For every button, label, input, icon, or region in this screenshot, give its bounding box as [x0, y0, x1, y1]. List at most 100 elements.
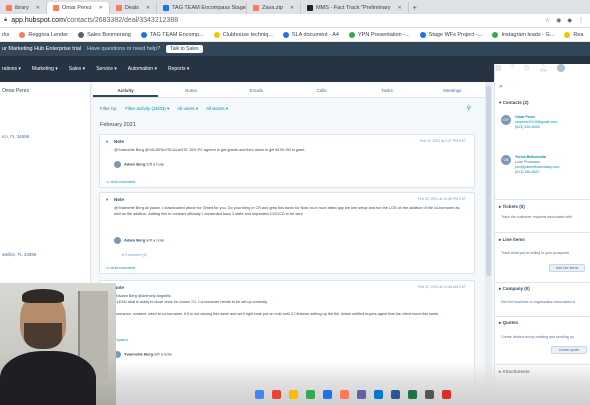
- close-icon[interactable]: ✕: [290, 5, 294, 11]
- chevron-down-icon[interactable]: ▾: [106, 139, 108, 145]
- browser-tab[interactable]: MMS - Fact Track "Preliminary ✕: [301, 2, 409, 14]
- browser-tab[interactable]: TAG TEAM Encompass Stage✕: [157, 2, 257, 14]
- bookmark-icon: [349, 31, 355, 38]
- filter-teams-dropdown[interactable]: All teams ▾: [206, 106, 228, 112]
- tab-calls[interactable]: Calls: [289, 82, 354, 97]
- app-icon[interactable]: [374, 390, 383, 399]
- extension-icon[interactable]: ◉: [556, 17, 561, 24]
- nav-item-operations[interactable]: rations ▾: [2, 66, 21, 72]
- docs-favicon-icon: [163, 5, 170, 11]
- tab-meetings[interactable]: Meetings: [420, 82, 485, 97]
- star-icon[interactable]: ☆: [545, 17, 550, 24]
- create-quote-button[interactable]: Create quote: [551, 346, 587, 354]
- close-icon[interactable]: ✕: [146, 5, 150, 11]
- bookmark[interactable]: SLA document - A4: [282, 31, 339, 38]
- filter-users-dropdown[interactable]: All users ▾: [177, 106, 198, 112]
- nav-item-service[interactable]: Service ▾: [96, 66, 117, 72]
- close-icon[interactable]: ✕: [397, 5, 401, 11]
- hubspot-favicon-icon: [253, 5, 260, 11]
- bookmark[interactable]: Instagram leads - G...: [492, 31, 554, 38]
- bookmark[interactable]: Stage WFs Project -...: [419, 31, 483, 38]
- author-name[interactable]: Adam Berg: [124, 162, 145, 167]
- close-icon[interactable]: ✕: [99, 5, 103, 11]
- contact-phone[interactable]: (813) 326-8945: [515, 125, 557, 130]
- add-line-items-button[interactable]: Add line items: [549, 264, 585, 272]
- note-body: @Yvannette Berg all pause. I downloaded …: [114, 206, 460, 216]
- app-icon[interactable]: [289, 390, 298, 399]
- add-comment-button[interactable]: ▭ Add comment: [106, 265, 135, 270]
- search-icon[interactable]: ⚲: [467, 105, 471, 112]
- contacts-section-title[interactable]: ▾ Contacts (2): [499, 100, 590, 106]
- bookmark[interactable]: Sales Boomerang: [78, 31, 131, 38]
- talk-to-sales-button[interactable]: Talk to Sales: [166, 45, 203, 53]
- new-tab-icon[interactable]: +: [413, 5, 417, 12]
- company-section-title[interactable]: ▸ Company (0): [499, 286, 590, 292]
- trial-text: ur Marketing Hub Enterprise trial: [2, 46, 82, 52]
- app-icon[interactable]: [272, 390, 281, 399]
- nav-item-reports[interactable]: Reports ▾: [168, 66, 189, 72]
- bookmark[interactable]: Reggora Lender: [19, 31, 68, 38]
- hubspot-favicon-icon: [115, 5, 122, 11]
- tab-label: ibrary: [15, 5, 29, 11]
- app-icon[interactable]: [306, 390, 315, 399]
- divider: [495, 316, 590, 317]
- app-icon[interactable]: [408, 390, 417, 399]
- address-bar[interactable]: 🔒︎ app.hubspot.com/contacts/2683382/deal…: [0, 14, 590, 28]
- author-action: left a note: [146, 161, 165, 167]
- add-comment-label: Add comment: [110, 179, 136, 184]
- app-icon[interactable]: [425, 390, 434, 399]
- nav-item-automation[interactable]: Automation ▾: [128, 66, 157, 72]
- chevron-down-icon[interactable]: ▾: [106, 197, 108, 203]
- record-name[interactable]: Omar Perez: [2, 88, 29, 94]
- comment-count[interactable]: ▾ Comment (1): [122, 252, 147, 257]
- collapse-icon[interactable]: »: [499, 84, 502, 90]
- browser-tab[interactable]: Zava.zip ✕: [247, 2, 302, 14]
- nav-item-sales[interactable]: Sales ▾: [69, 66, 85, 72]
- scrollbar[interactable]: [485, 82, 492, 405]
- filter-label: Filter by:: [100, 106, 118, 111]
- app-icon[interactable]: [323, 390, 332, 399]
- app-icon[interactable]: [391, 390, 400, 399]
- tab-activity[interactable]: Activity: [93, 82, 159, 97]
- bookmark-icon: [140, 31, 147, 38]
- bookmark-label: Stage WFs Project -...: [428, 31, 483, 38]
- tickets-text: Track the customer requests associated w…: [501, 215, 572, 219]
- nav-item-marketing[interactable]: Marketing ▾: [32, 66, 58, 72]
- menu-icon[interactable]: ⋮: [578, 17, 584, 24]
- app-icon[interactable]: [357, 390, 366, 399]
- quotes-section-title[interactable]: ▸ Quotes: [499, 320, 590, 326]
- bookmark[interactable]: rks: [2, 32, 9, 38]
- bookmarks-bar: rks Reggora Lender Sales Boomerang TAG T…: [0, 28, 590, 42]
- bookmark-label: Rea: [573, 31, 584, 38]
- scrollbar-thumb[interactable]: [486, 86, 491, 276]
- close-icon[interactable]: ✕: [36, 5, 40, 11]
- tab-notes[interactable]: Notes: [158, 82, 223, 97]
- avatar[interactable]: [556, 64, 565, 72]
- browser-tab[interactable]: ibrary ✕: [0, 2, 47, 14]
- app-icon[interactable]: [442, 390, 451, 399]
- note-title: Note: [114, 197, 124, 202]
- tickets-section-title[interactable]: ▸ Tickets (0): [499, 204, 590, 210]
- activity-panel: Activity Notes Emails Calls Tasks Meetin…: [93, 82, 485, 405]
- tab-label: Zava.zip: [262, 5, 283, 11]
- expand-link[interactable]: Expand: [114, 337, 128, 342]
- extension-icon[interactable]: ◆: [567, 17, 572, 24]
- contact-phone[interactable]: (813) 346-8647: [515, 170, 560, 175]
- filter-users-label: All users: [177, 106, 195, 111]
- bookmark[interactable]: Clubhouse techniq...: [213, 31, 273, 38]
- bookmark[interactable]: Rea: [564, 31, 584, 38]
- add-comment-button[interactable]: ▭ Add comment: [106, 179, 135, 184]
- tab-emails[interactable]: Emails: [224, 82, 289, 97]
- bookmark[interactable]: TAG TEAM Encomp...: [140, 31, 204, 38]
- app-icon[interactable]: [340, 390, 349, 399]
- author-name[interactable]: Yvannette Berg: [124, 352, 153, 357]
- filter-activity-dropdown[interactable]: Filter activity (15/33) ▾: [125, 106, 169, 112]
- bookmark[interactable]: YPN Presentation -...: [349, 31, 410, 38]
- url-host: app.hubspot.com: [11, 17, 65, 24]
- browser-tab[interactable]: Deals ✕: [110, 2, 158, 14]
- author-name[interactable]: Adam Berg: [124, 238, 145, 243]
- app-icon[interactable]: [255, 390, 264, 399]
- line-items-section-title[interactable]: ▸ Line items: [499, 237, 590, 243]
- tab-tasks[interactable]: Tasks: [354, 82, 419, 97]
- browser-tab-active[interactable]: Omar Perez ✕: [46, 2, 110, 14]
